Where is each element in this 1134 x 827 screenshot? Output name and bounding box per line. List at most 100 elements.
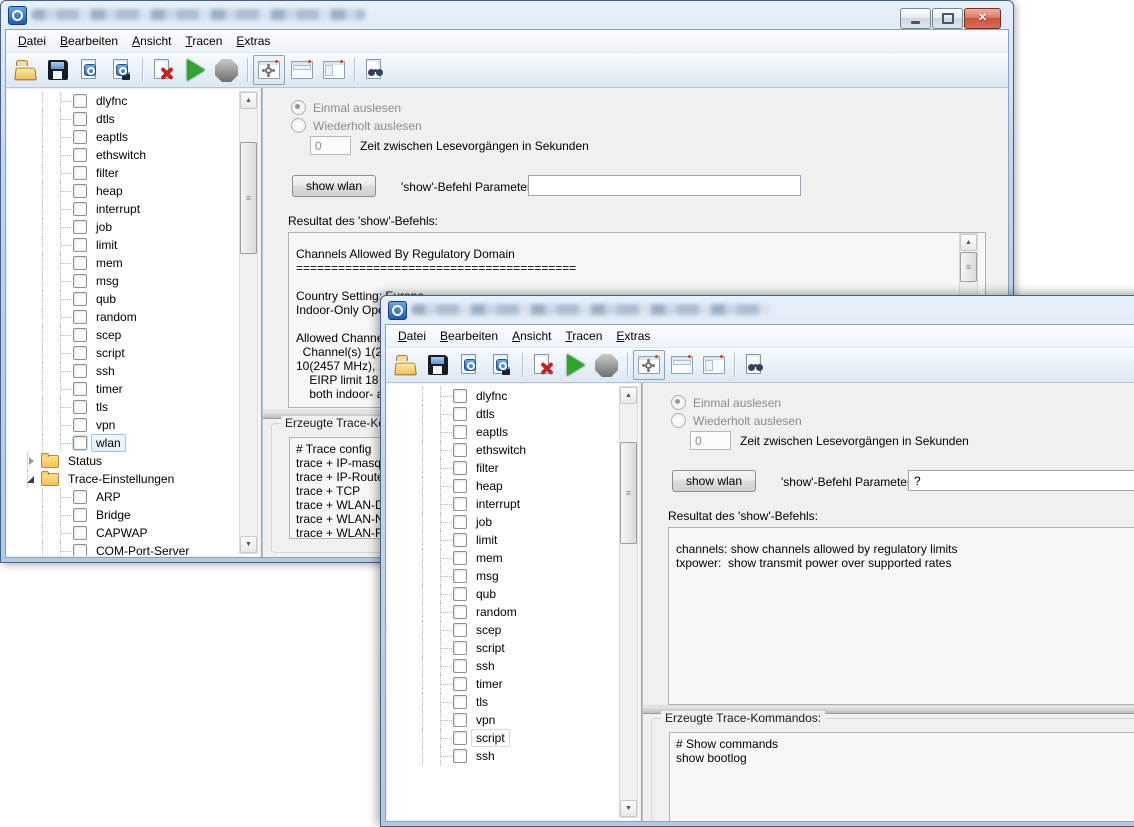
interval-input[interactable] [690, 431, 731, 450]
toolbar-button[interactable]: STOP [212, 56, 242, 84]
trace-commands-list[interactable]: # Show commandsshow bootlog [669, 732, 1134, 821]
scrollbar-thumb[interactable]: ≡ [620, 442, 637, 544]
tree-checkbox[interactable] [453, 533, 467, 547]
tree-checkbox[interactable] [73, 436, 87, 450]
tree-item[interactable]: Status [7, 452, 241, 470]
tree-scrollbar[interactable]: ▲ ≡ ▼ [619, 386, 638, 818]
toolbar-button[interactable] [253, 55, 285, 85]
toolbar-button[interactable] [148, 56, 178, 84]
scrollbar-thumb[interactable]: ≡ [240, 142, 257, 254]
radio-repeat-icon[interactable] [291, 118, 306, 133]
tree-item[interactable]: mem [7, 254, 241, 272]
radio-once[interactable]: Einmal auslesen [671, 395, 781, 410]
tree-item[interactable]: Bridge [7, 506, 241, 524]
tree-item[interactable]: ARP [7, 488, 241, 506]
tree-checkbox[interactable] [453, 587, 467, 601]
tree-item[interactable]: tls [7, 398, 241, 416]
tree-checkbox[interactable] [73, 526, 87, 540]
tree-checkbox[interactable] [453, 731, 467, 745]
param-input[interactable] [908, 470, 1134, 491]
tree-item[interactable]: job [387, 513, 621, 531]
tree-item[interactable]: limit [7, 236, 241, 254]
tree-item[interactable]: ethswitch [7, 146, 241, 164]
tree-checkbox[interactable] [453, 389, 467, 403]
toolbar-button[interactable] [519, 351, 526, 379]
toolbar-button[interactable] [43, 56, 73, 84]
param-input[interactable] [528, 175, 801, 196]
tree-checkbox[interactable] [73, 202, 87, 216]
toolbar-button[interactable] [139, 56, 146, 84]
toolbar-button[interactable] [351, 56, 358, 84]
tree-checkbox[interactable] [73, 148, 87, 162]
tree-item[interactable]: timer [7, 380, 241, 398]
toolbar-button[interactable]: STOP [592, 351, 622, 379]
tree-item[interactable]: qub [387, 585, 621, 603]
tree-checkbox[interactable] [453, 749, 467, 763]
scroll-up-icon[interactable]: ▲ [240, 92, 257, 109]
toolbar-button[interactable] [667, 351, 697, 379]
menu-item[interactable]: Extras [609, 327, 657, 345]
menu-item[interactable]: Tracen [178, 32, 229, 50]
tree-item[interactable]: dlyfnc [387, 387, 621, 405]
radio-once-icon[interactable] [671, 395, 686, 410]
show-wlan-button[interactable]: show wlan [672, 470, 756, 492]
tree-checkbox[interactable] [453, 623, 467, 637]
tree-checkbox[interactable] [73, 310, 87, 324]
tree-checkbox[interactable] [73, 418, 87, 432]
tree-item[interactable]: msg [7, 272, 241, 290]
tree-checkbox[interactable] [73, 274, 87, 288]
tree-item[interactable]: script [7, 344, 241, 362]
tree-checkbox[interactable] [73, 256, 87, 270]
tree-checkbox[interactable] [453, 677, 467, 691]
tree-checkbox[interactable] [453, 515, 467, 529]
tree-checkbox[interactable] [453, 713, 467, 727]
tree-item[interactable]: job [7, 218, 241, 236]
toolbar-button[interactable] [107, 56, 137, 84]
scroll-up-icon[interactable]: ▲ [620, 387, 637, 404]
tree-checkbox[interactable] [73, 328, 87, 342]
tree-item[interactable]: vpn [7, 416, 241, 434]
tree-item[interactable]: wlan [7, 434, 241, 452]
tree-checkbox[interactable] [73, 364, 87, 378]
expander-icon[interactable] [29, 457, 34, 465]
tree-checkbox[interactable] [73, 130, 87, 144]
tree-item[interactable]: ssh [387, 657, 621, 675]
radio-once-icon[interactable] [291, 100, 306, 115]
tree-checkbox[interactable] [73, 238, 87, 252]
menu-item[interactable]: Ansicht [505, 327, 558, 345]
tree-item[interactable]: scep [387, 621, 621, 639]
result-output[interactable]: channels: show channels allowed by regul… [668, 527, 1134, 705]
tree-checkbox[interactable] [73, 112, 87, 126]
tree-item[interactable]: filter [387, 459, 621, 477]
tree-checkbox[interactable] [453, 659, 467, 673]
toolbar-button[interactable] [487, 351, 517, 379]
toolbar-button[interactable] [699, 351, 729, 379]
radio-repeat[interactable]: Wiederholt auslesen [291, 118, 422, 133]
tree-item[interactable]: ssh [387, 747, 621, 765]
menu-item[interactable]: Extras [229, 32, 277, 50]
radio-once[interactable]: Einmal auslesen [291, 100, 401, 115]
tree-item[interactable]: dlyfnc [7, 92, 241, 110]
menu-item[interactable]: Bearbeiten [53, 32, 125, 50]
tree-item[interactable]: eaptls [387, 423, 621, 441]
radio-repeat[interactable]: Wiederholt auslesen [671, 413, 802, 428]
tree-item[interactable]: vpn [387, 711, 621, 729]
tree-checkbox[interactable] [73, 508, 87, 522]
toolbar-button[interactable] [455, 351, 485, 379]
tree-item[interactable]: eaptls [7, 128, 241, 146]
tree-item[interactable]: script [387, 639, 621, 657]
tree-item[interactable]: mem [387, 549, 621, 567]
titlebar[interactable]: ✕ [1, 1, 1013, 29]
toolbar-button[interactable] [528, 351, 558, 379]
tree-checkbox[interactable] [453, 695, 467, 709]
menu-item[interactable]: Bearbeiten [433, 327, 505, 345]
tree-item[interactable]: interrupt [7, 200, 241, 218]
menu-item[interactable]: Datei [391, 327, 433, 345]
tree-item[interactable]: qub [7, 290, 241, 308]
tree-item[interactable]: limit [387, 531, 621, 549]
tree-checkbox[interactable] [453, 425, 467, 439]
tree-item[interactable]: filter [7, 164, 241, 182]
toolbar-button[interactable] [391, 351, 421, 379]
tree-checkbox[interactable] [453, 605, 467, 619]
minimize-button[interactable] [900, 8, 931, 29]
